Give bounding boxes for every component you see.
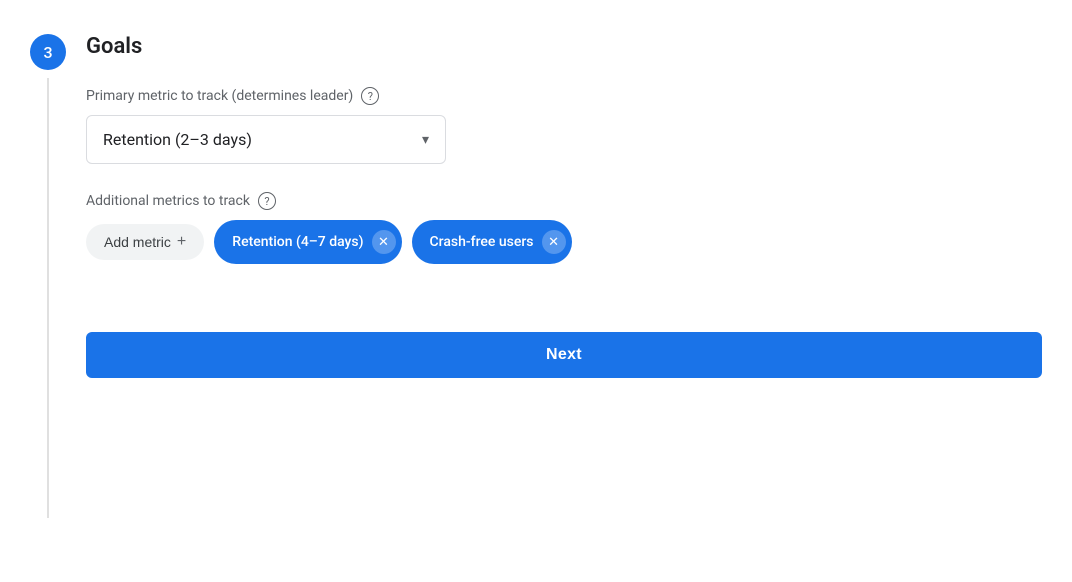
step-line [47,78,49,518]
primary-metric-section: Primary metric to track (determines lead… [86,87,1042,164]
add-metric-button[interactable]: Add metric + [86,224,204,260]
chip-retention-4-7-remove-button[interactable]: ✕ [372,230,396,254]
primary-metric-help-icon[interactable]: ? [361,87,379,105]
chip-crash-free-users-remove-button[interactable]: ✕ [542,230,566,254]
page-container: 3 Goals Primary metric to track (determi… [0,20,1072,528]
chip-retention-4-7: Retention (4–7 days) ✕ [214,220,401,264]
step-indicator: 3 [30,34,66,518]
add-metric-plus-icon: + [177,234,186,250]
dropdown-selected-value: Retention (2–3 days) [103,130,252,149]
content-area: Goals Primary metric to track (determine… [86,30,1042,378]
primary-metric-label-text: Primary metric to track (determines lead… [86,88,353,104]
step-circle: 3 [30,34,66,70]
additional-metrics-section: Additional metrics to track ? Add metric… [86,192,1042,264]
chip-crash-free-users-label: Crash-free users [430,234,534,250]
chip-crash-free-users-close-icon: ✕ [548,234,559,250]
next-button[interactable]: Next [86,332,1042,378]
chip-crash-free-users: Crash-free users ✕ [412,220,572,264]
additional-metrics-label-text: Additional metrics to track [86,193,250,209]
additional-metrics-help-icon[interactable]: ? [258,192,276,210]
additional-metrics-label: Additional metrics to track ? [86,192,1042,210]
section-title: Goals [86,34,1042,59]
primary-metric-dropdown[interactable]: Retention (2–3 days) ▾ [86,115,446,164]
chip-retention-4-7-close-icon: ✕ [378,234,389,250]
metrics-row: Add metric + Retention (4–7 days) ✕ Cras… [86,220,1042,264]
add-metric-label: Add metric [104,234,171,250]
chip-retention-4-7-label: Retention (4–7 days) [232,234,363,250]
primary-metric-label: Primary metric to track (determines lead… [86,87,1042,105]
dropdown-arrow-icon: ▾ [422,132,429,148]
